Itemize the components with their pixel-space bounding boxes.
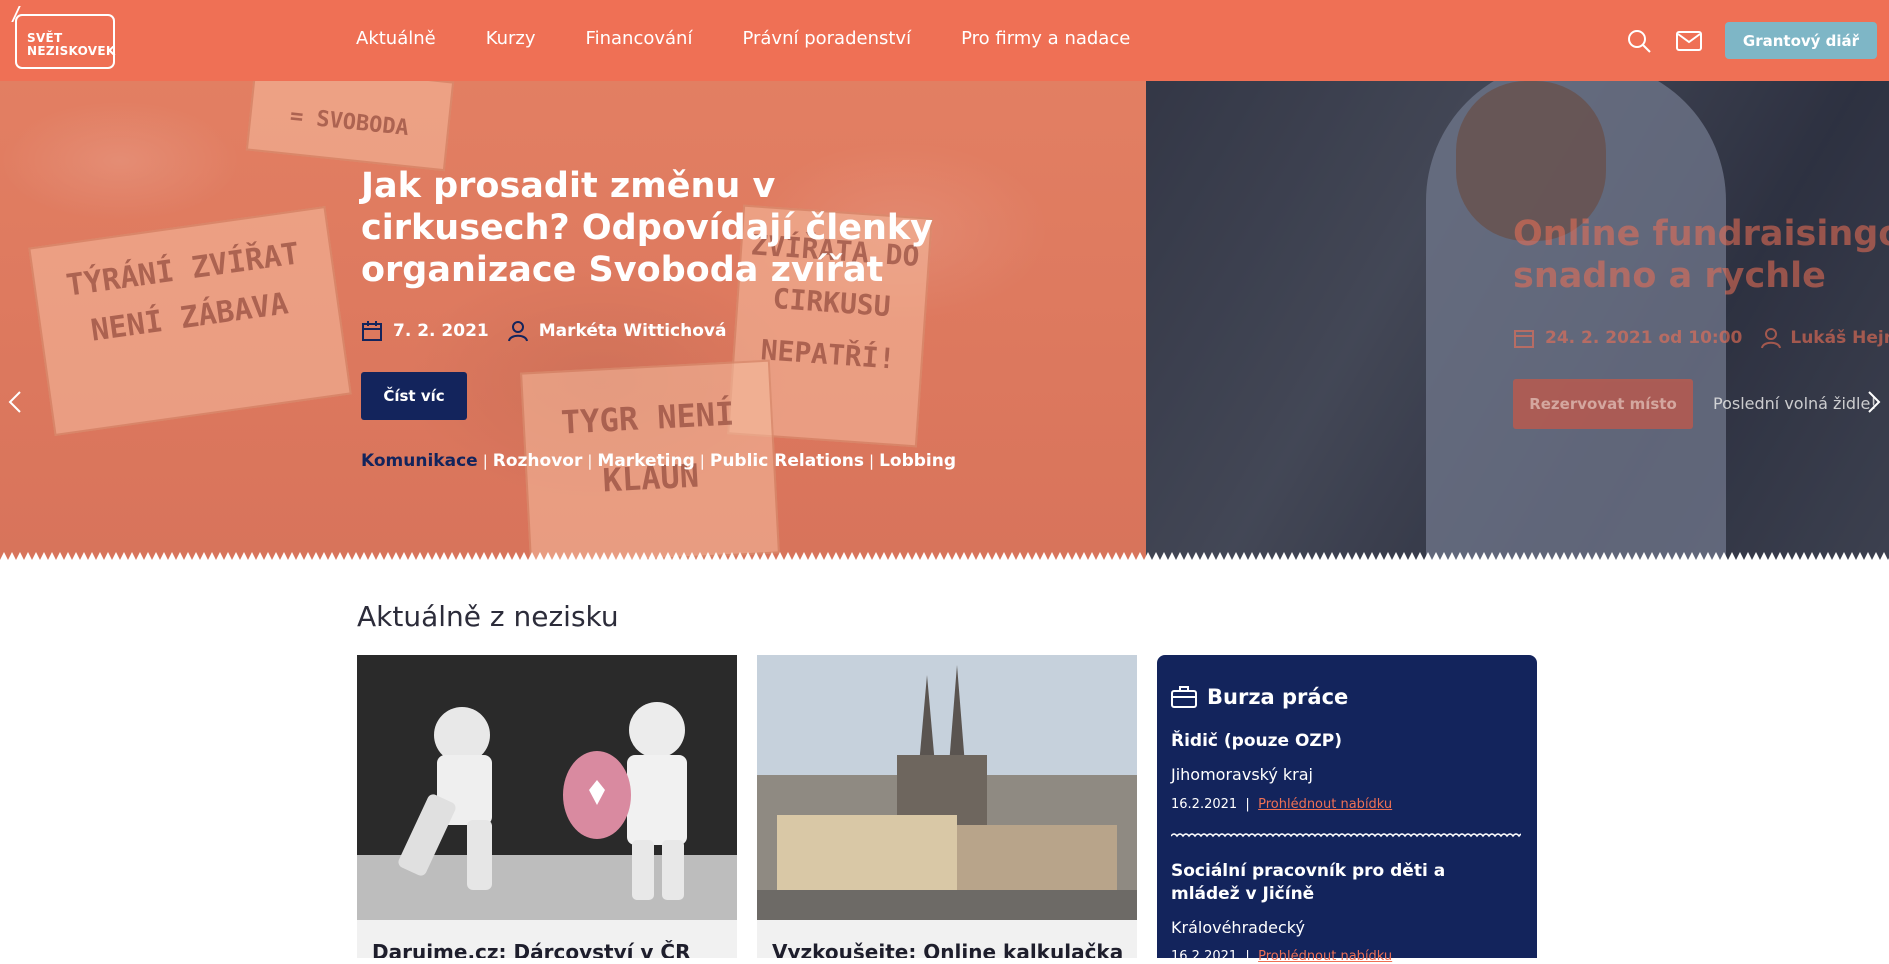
job-date: 16.2.2021 | Prohlédnout nabídku: [1171, 949, 1393, 964]
article-title[interactable]: Darujme.cz: Dárcovství v ČR: [372, 940, 691, 958]
hero-date-2: 24. 2. 2021 od 10:00: [1545, 328, 1743, 348]
job-link[interactable]: Prohlédnout nabídku: [1258, 797, 1392, 812]
hero-title-2[interactable]: Online fundraisingový snadno a rychle: [1513, 213, 1889, 297]
article-card[interactable]: Vyzkoušejte: Online kalkulačka: [757, 655, 1137, 958]
tag-link[interactable]: Lobbing: [879, 451, 956, 471]
wavy-divider: [1171, 833, 1521, 838]
grant-diary-button[interactable]: Grantový diář: [1725, 22, 1877, 59]
search-icon[interactable]: [1626, 28, 1652, 54]
hero-carousel: TÝRÁNÍ ZVÍŘAT NENÍ ZÁBAVA ZVÍŘATA DO CIR…: [0, 81, 1889, 560]
nav-item-financovani[interactable]: Financování: [586, 28, 693, 49]
site-header: SVĚT NEZISKOVEK Aktuálně Kurzy Financová…: [0, 0, 1889, 81]
chevron-right-icon[interactable]: [1864, 387, 1884, 417]
main-nav: Aktuálně Kurzy Financování Právní porade…: [356, 28, 1180, 49]
user-icon: [507, 321, 528, 342]
nav-item-aktualne[interactable]: Aktuálně: [356, 28, 436, 49]
logo-line2: NEZISKOVEK: [27, 44, 116, 58]
hero-slide-fundraising: [1146, 81, 1889, 560]
hero-meta-2: 24. 2. 2021 od 10:00 Lukáš Hejna, Jo: [1513, 327, 1889, 349]
job-link[interactable]: Prohlédnout nabídku: [1258, 949, 1392, 964]
calendar-icon: [362, 321, 382, 341]
job-title[interactable]: Sociální pracovník pro děti a mládež v J…: [1171, 860, 1511, 906]
job-region: Královéhradecký: [1171, 918, 1305, 937]
user-icon: [1761, 328, 1782, 349]
job-title[interactable]: Řidič (pouze OZP): [1171, 730, 1511, 753]
section-title: Aktuálně z nezisku: [357, 600, 619, 633]
article-card[interactable]: Darujme.cz: Dárcovství v ČR: [357, 655, 737, 958]
hero-tags: Komunikace | Rozhovor | Marketing | Public Rel…: [361, 451, 957, 471]
job-board-panel: Burza práce Řidič (pouze OZP) Jihomoravs…: [1157, 655, 1537, 964]
nav-item-pravni-poradenstvi[interactable]: Právní poradenství: [742, 28, 911, 49]
briefcase-icon: [1171, 686, 1197, 708]
tag-link[interactable]: Rozhovor: [493, 451, 583, 471]
article-image-brno: [757, 655, 1137, 920]
chevron-left-icon[interactable]: [5, 387, 25, 417]
reserve-seat-button[interactable]: Rezervovat místo: [1513, 379, 1693, 429]
job-board-heading: Burza práce: [1171, 685, 1348, 709]
site-logo[interactable]: SVĚT NEZISKOVEK: [15, 14, 115, 69]
hero-author-2[interactable]: Lukáš Hejna, Jo: [1790, 328, 1889, 348]
hero-slide-circus: TÝRÁNÍ ZVÍŘAT NENÍ ZÁBAVA ZVÍŘATA DO CIR…: [0, 81, 1146, 560]
mail-icon[interactable]: [1676, 31, 1702, 51]
read-more-button[interactable]: Číst víc: [361, 372, 467, 420]
tag-link[interactable]: Marketing: [597, 451, 694, 471]
nav-item-kurzy[interactable]: Kurzy: [486, 28, 536, 49]
zigzag-divider: [0, 552, 1889, 560]
article-title[interactable]: Vyzkoušejte: Online kalkulačka: [772, 940, 1123, 958]
hero-date: 7. 2. 2021: [393, 321, 489, 341]
last-seats-note: Poslední volná židle!: [1713, 394, 1877, 413]
job-region: Jihomoravský kraj: [1171, 765, 1313, 784]
hero-author[interactable]: Markéta Wittichová: [539, 321, 727, 341]
job-date: 16.2.2021 | Prohlédnout nabídku: [1171, 797, 1393, 812]
tag-link[interactable]: Komunikace: [361, 451, 478, 471]
nav-item-pro-firmy[interactable]: Pro firmy a nadace: [961, 28, 1130, 49]
tag-link[interactable]: Public Relations: [710, 451, 864, 471]
calendar-icon: [1514, 330, 1534, 348]
hero-meta: 7. 2. 2021 Markéta Wittichová: [361, 320, 726, 342]
hero-title[interactable]: Jak prosadit změnu v cirkusech? Odpovída…: [361, 165, 961, 291]
article-image-stormtroopers: [357, 655, 737, 920]
